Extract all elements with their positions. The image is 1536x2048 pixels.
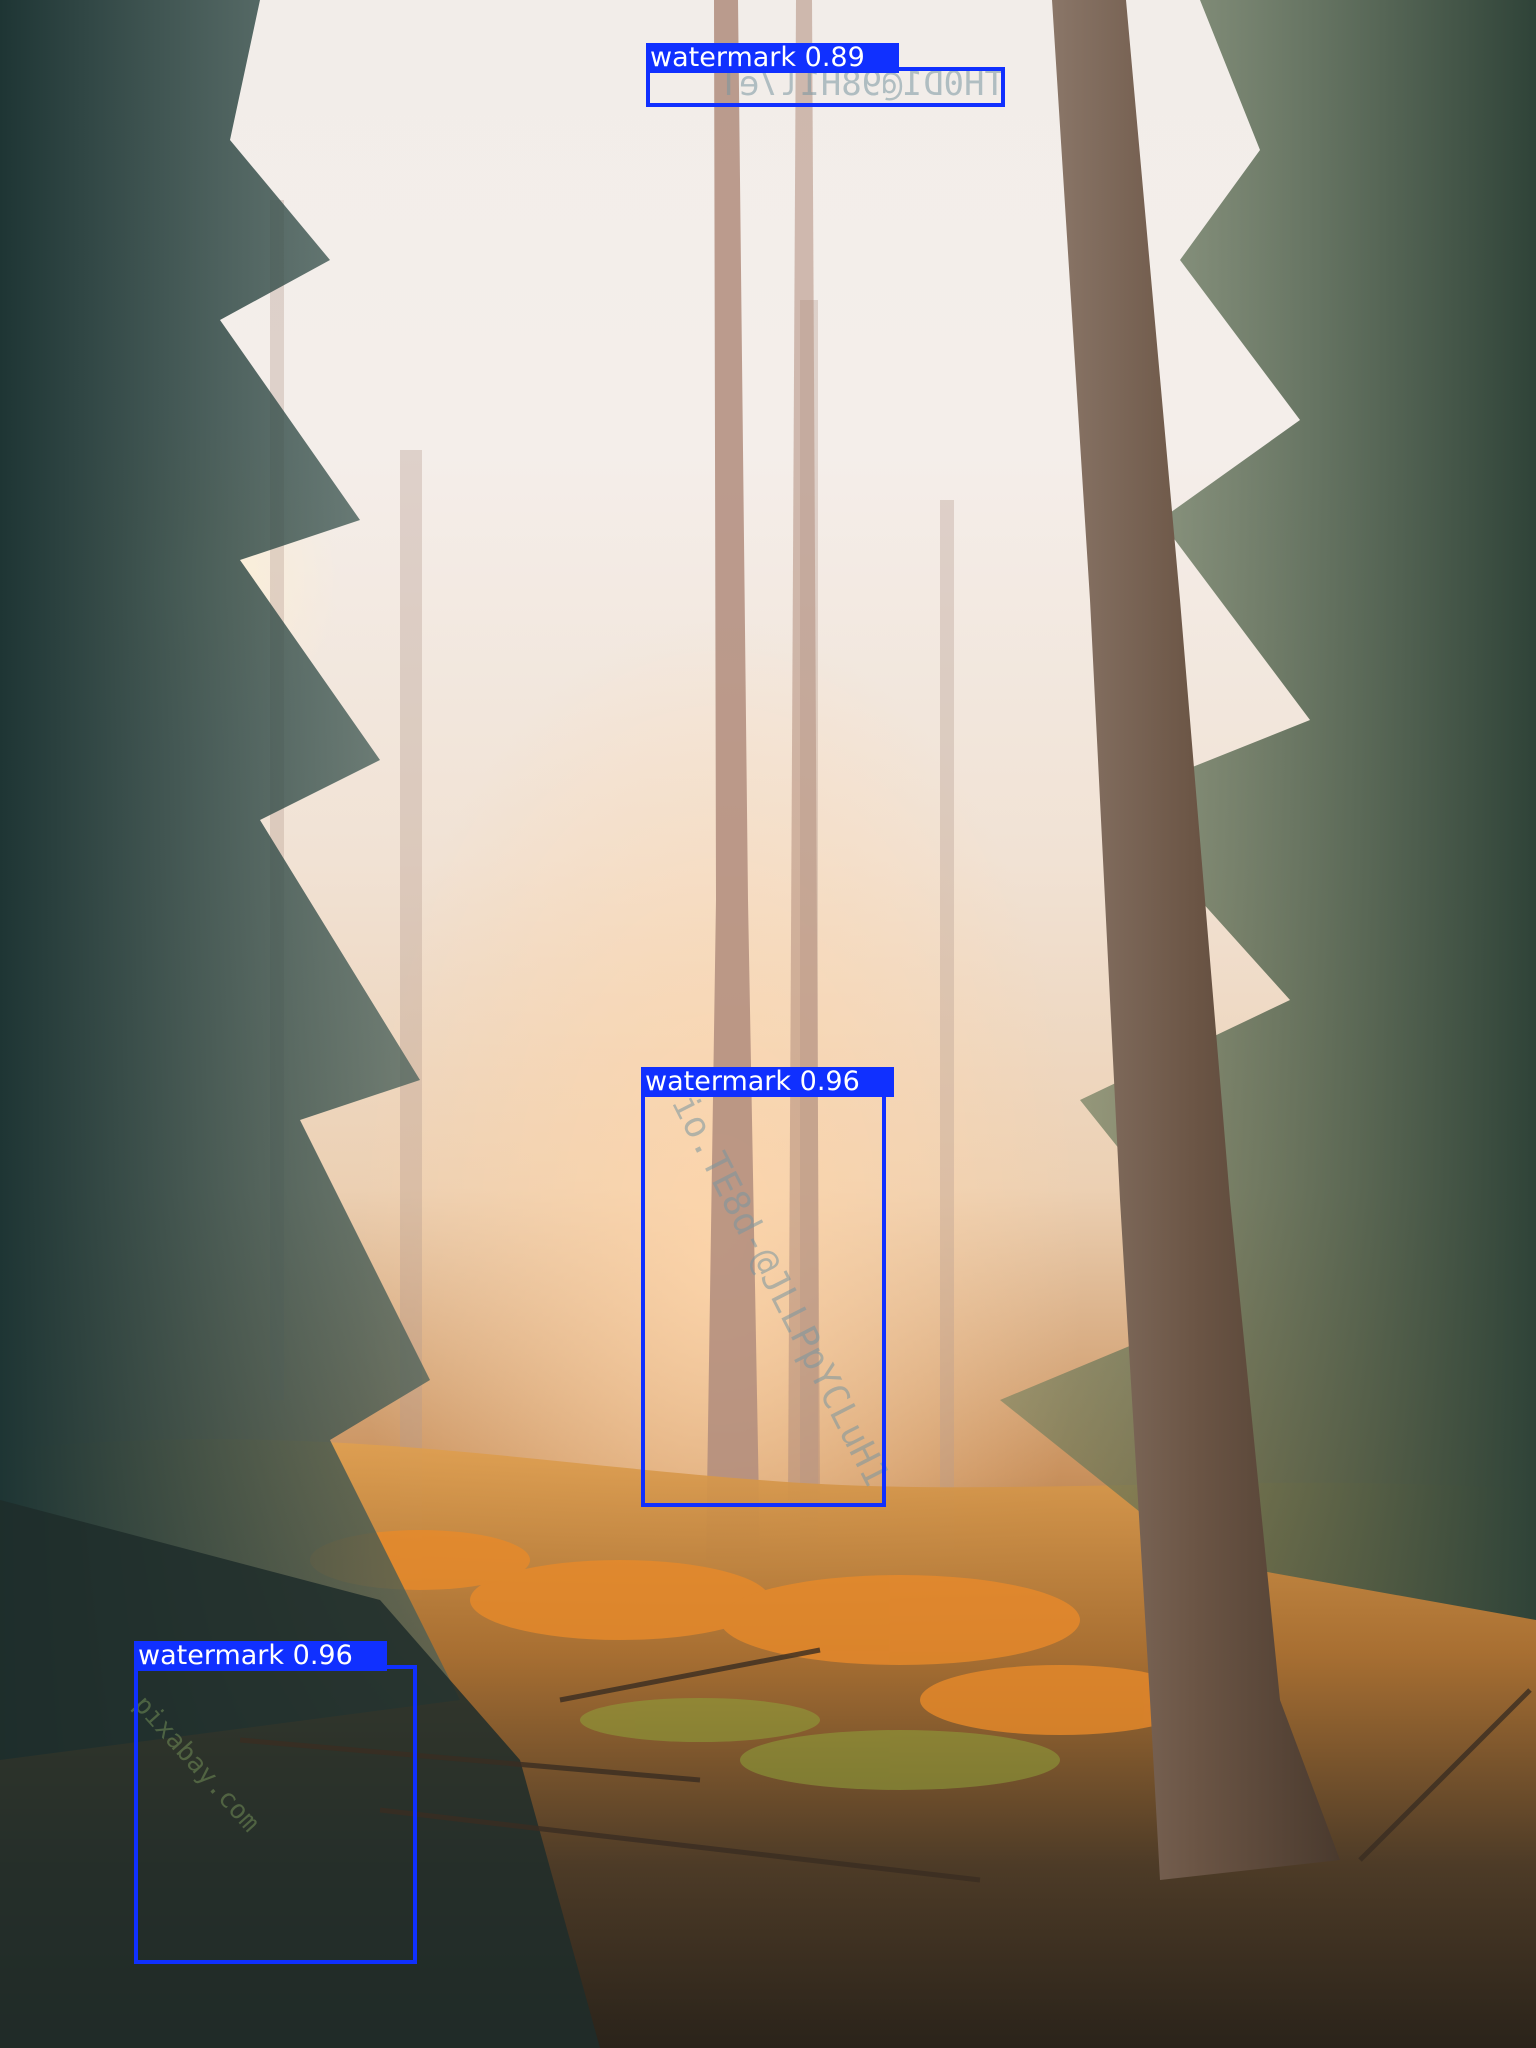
detection-label-2-score: 0.96 (799, 1066, 860, 1097)
detection-box-3 (134, 1665, 417, 1964)
detection-label-2: watermark 0.96 (641, 1067, 894, 1097)
detection-label-1-class: watermark (650, 42, 797, 73)
detection-label-2-class: watermark (645, 1066, 792, 1097)
detection-label-3-class: watermark (138, 1640, 285, 1671)
detection-label-1-score: 0.89 (804, 42, 865, 73)
detection-label-3-score: 0.96 (292, 1640, 353, 1671)
detection-label-1: watermark 0.89 (646, 43, 899, 73)
detection-box-1 (646, 67, 1005, 107)
detection-label-3: watermark 0.96 (134, 1641, 387, 1671)
detection-box-2 (641, 1091, 886, 1507)
